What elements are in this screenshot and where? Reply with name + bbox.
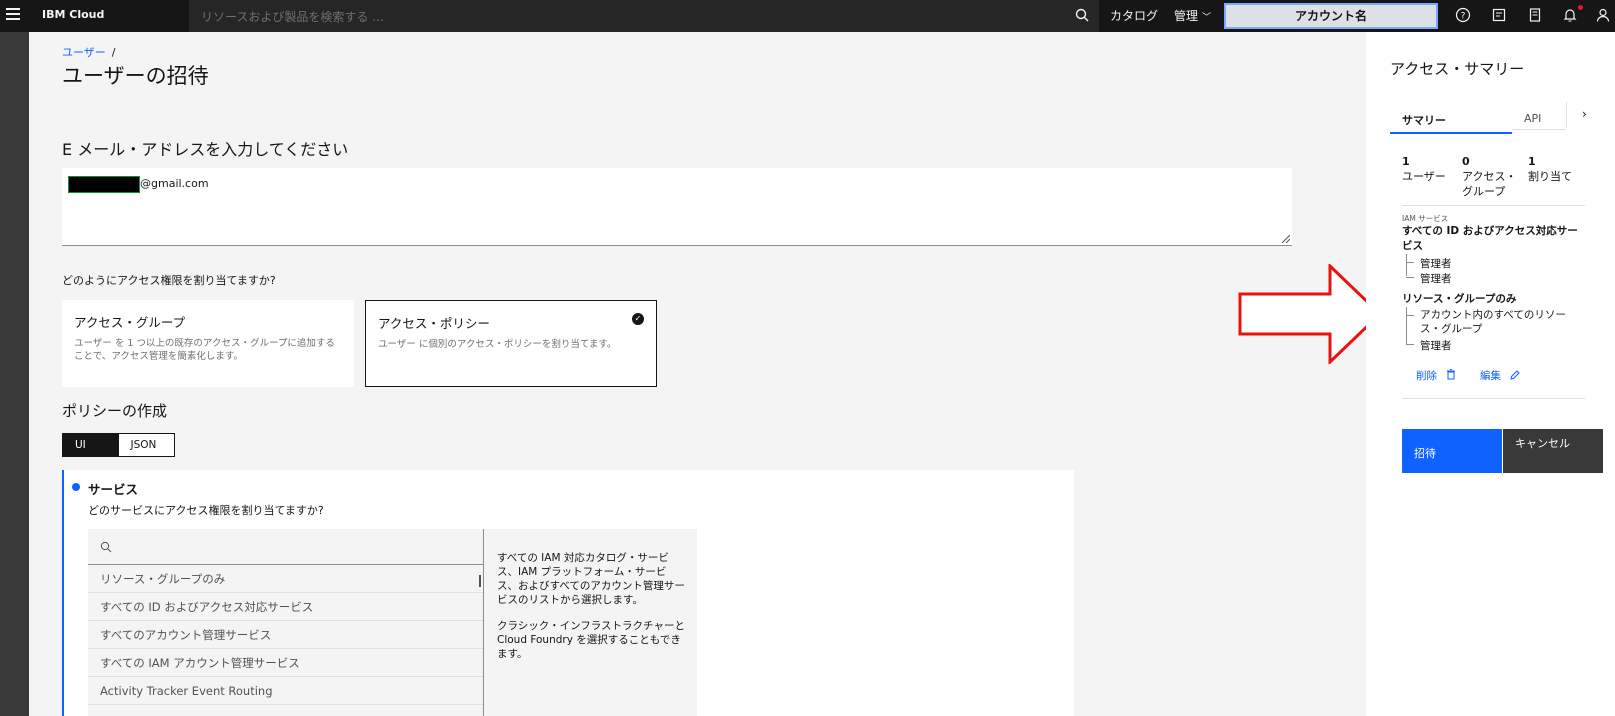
search-placeholder: リソースおよび製品を検索する ... — [201, 10, 384, 24]
list-item[interactable]: すべてのアカウント管理サービス — [88, 621, 483, 649]
stat-label: 割り当て — [1528, 170, 1572, 183]
service-description: すべての IAM 対応カタログ・サービス、IAM プラットフォーム・サービス、お… — [483, 529, 697, 716]
invite-button[interactable]: 招待 — [1402, 429, 1502, 473]
trash-icon — [1447, 369, 1456, 380]
service-step-panel: サービス どのサービスにアクセス権限を割り当てますか? リソース・グループのみ … — [62, 470, 1074, 716]
tile-title: アクセス・グループ — [74, 315, 186, 330]
access-summary-panel: アクセス・サマリー サマリー API › 1 ユーザー 0 アクセス・グループ … — [1366, 32, 1615, 716]
search-icon[interactable] — [1075, 8, 1089, 22]
search-icon — [100, 541, 112, 553]
notification-badge — [1578, 5, 1583, 10]
switch-json[interactable]: JSON — [118, 434, 174, 456]
stat-assignments: 1 割り当て — [1528, 154, 1572, 184]
left-nav-strip — [0, 32, 29, 716]
email-heading: E メール・アドレスを入力してください — [62, 140, 349, 159]
summary-title: アクセス・サマリー — [1390, 60, 1525, 78]
nav-manage-label: 管理 — [1174, 9, 1199, 23]
role-label: 管理者 — [1420, 273, 1452, 285]
delete-label: 削除 — [1416, 370, 1437, 382]
tile-desc: ユーザー を 1 つ以上の既存のアクセス・グループに追加することで、アクセス管理… — [74, 338, 335, 362]
help-icon[interactable]: ? — [1454, 7, 1472, 25]
svg-text:?: ? — [1461, 12, 1466, 22]
list-item[interactable]: リソース・グループのみ — [88, 565, 483, 593]
scrollbar[interactable] — [479, 575, 481, 587]
stat-access-groups: 0 アクセス・グループ — [1462, 154, 1520, 199]
tab-summary[interactable]: サマリー — [1390, 108, 1512, 134]
edit-label: 編集 — [1480, 370, 1501, 382]
top-header: IBM Cloud リソースおよび製品を検索する ... カタログ 管理 ﹀ アカ… — [0, 0, 1615, 32]
resource-group-scope: アカウント内のすべてのリソース・グループ — [1420, 309, 1566, 335]
tab-divider — [1566, 102, 1567, 128]
cancel-button[interactable]: キャンセル — [1503, 429, 1603, 473]
email-value: @gmail.com — [140, 177, 209, 190]
desc-paragraph: クラシック・インフラストラクチャーと Cloud Foundry を選択すること… — [497, 620, 685, 660]
divider — [1402, 205, 1585, 206]
menu-icon[interactable] — [6, 8, 20, 22]
breadcrumb-users-link[interactable]: ユーザー — [62, 46, 106, 59]
tile-access-group[interactable]: アクセス・グループ ユーザー を 1 つ以上の既存のアクセス・グループに追加する… — [62, 300, 354, 387]
content-switcher: UI JSON — [62, 433, 175, 457]
stat-number: 1 — [1402, 155, 1410, 168]
resize-handle-icon[interactable] — [1280, 233, 1290, 243]
role-label: 管理者 — [1420, 340, 1452, 352]
stat-number: 1 — [1528, 155, 1536, 168]
cost-estimator-icon[interactable] — [1526, 7, 1544, 25]
tab-api[interactable]: API — [1512, 108, 1566, 130]
role-label: 管理者 — [1420, 258, 1452, 270]
breadcrumb-separator: / — [111, 46, 116, 59]
brand-logo[interactable]: IBM Cloud — [42, 8, 104, 21]
tree-line — [1406, 262, 1414, 263]
tree-line — [1406, 277, 1414, 278]
search-input[interactable]: リソースおよび製品を検索する ... — [189, 0, 1099, 32]
nav-catalog[interactable]: カタログ — [1110, 7, 1158, 24]
stat-number: 0 — [1462, 155, 1470, 168]
list-item[interactable]: すべての ID およびアクセス対応サービス — [88, 593, 483, 621]
divider — [1402, 398, 1585, 399]
assign-question: どのようにアクセス権限を割り当てますか? — [62, 274, 276, 287]
resource-group-title: リソース・グループのみ — [1402, 293, 1517, 305]
service-list: リソース・グループのみ すべての ID およびアクセス対応サービス すべてのアカ… — [88, 529, 483, 716]
desc-paragraph: すべての IAM 対応カタログ・サービス、IAM プラットフォーム・サービス、お… — [497, 552, 685, 606]
list-item[interactable]: すべての IAM アカウント管理サービス — [88, 649, 483, 677]
docs-icon[interactable] — [1490, 7, 1508, 25]
tree-line — [1406, 315, 1414, 316]
delete-button[interactable]: 削除 — [1416, 368, 1456, 383]
chevron-down-icon: ﹀ — [1202, 13, 1212, 23]
service-title: サービス — [88, 482, 139, 497]
tree-line — [1406, 344, 1414, 345]
switch-ui[interactable]: UI — [63, 434, 119, 456]
stat-users: 1 ユーザー — [1402, 154, 1446, 184]
iam-service-title: すべての ID およびアクセス対応サービス — [1402, 225, 1578, 252]
iam-service-label: IAM サービス — [1402, 214, 1449, 223]
list-item[interactable]: Activity Tracker Event Routing — [88, 677, 483, 705]
redacted-block — [68, 176, 140, 193]
tile-title: アクセス・ポリシー — [378, 316, 490, 331]
tree-line — [1406, 307, 1407, 345]
annotation-arrow — [1238, 264, 1382, 364]
tree-line — [1406, 254, 1407, 276]
user-profile-icon[interactable] — [1594, 7, 1612, 25]
tile-desc: ユーザー に個別のアクセス・ポリシーを割り当てます。 — [378, 339, 617, 350]
checkmark-icon: ✓ — [632, 313, 644, 325]
pencil-icon — [1510, 370, 1521, 380]
nav-manage[interactable]: 管理 ﹀ — [1174, 7, 1211, 24]
page-title: ユーザーの招待 — [62, 64, 209, 88]
service-question: どのサービスにアクセス権限を割り当てますか? — [88, 504, 324, 517]
policy-title: ポリシーの作成 — [62, 402, 168, 420]
stat-label: アクセス・グループ — [1462, 170, 1517, 198]
step-indicator — [72, 483, 80, 491]
stat-label: ユーザー — [1402, 170, 1446, 183]
chevron-right-icon[interactable]: › — [1582, 107, 1587, 121]
account-switcher[interactable]: アカウント名 — [1224, 3, 1438, 29]
notification-icon[interactable] — [1561, 7, 1579, 25]
email-textarea[interactable]: @gmail.com — [62, 168, 1292, 246]
service-search-input[interactable] — [88, 529, 483, 565]
tile-access-policy[interactable]: アクセス・ポリシー ユーザー に個別のアクセス・ポリシーを割り当てます。 ✓ — [365, 300, 657, 387]
breadcrumb: ユーザー / — [62, 44, 116, 60]
edit-button[interactable]: 編集 — [1480, 368, 1521, 383]
